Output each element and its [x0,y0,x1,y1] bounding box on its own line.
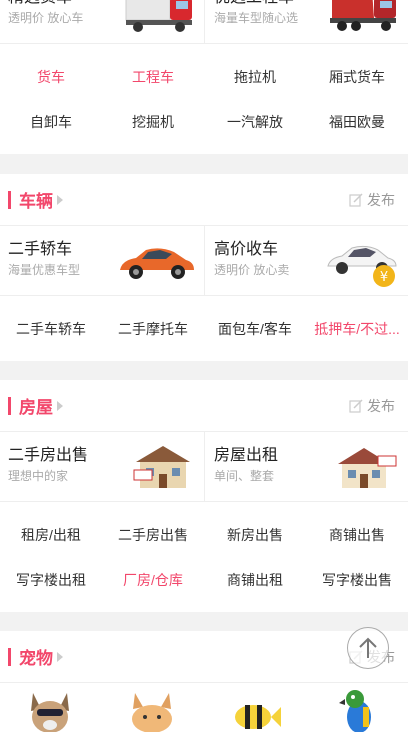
link-shop-rent[interactable]: 商铺出租 [204,557,306,602]
link-new-house[interactable]: 新房出售 [204,512,306,557]
chevron-right-icon [57,194,63,205]
dump-truck-image [330,0,396,31]
parrot-image[interactable] [333,687,383,732]
section-title: 车辆 [19,192,53,211]
link-second-hand-house[interactable]: 二手房出售 [102,512,204,557]
link-rent[interactable]: 租房/出租 [0,512,102,557]
link-office-rent[interactable]: 写字楼出租 [0,557,102,602]
dog-image[interactable] [25,689,75,732]
link-foton-auman[interactable]: 福田欧曼 [306,99,408,144]
vehicles-section: 车辆 发布 二手轿车 海量优惠车型 高价收车 透明价 放心卖 ¥ 二手车轿车 二… [0,174,408,361]
truck-image [125,0,192,32]
post-label: 发布 [367,397,395,414]
section-title: 宠物 [19,649,53,668]
link-faw-jiefang[interactable]: 一汽解放 [204,99,306,144]
section-title-vehicles[interactable]: 车辆 [8,187,63,212]
link-van-bus[interactable]: 面包车/客车 [204,306,306,351]
post-button[interactable]: 发布 [349,190,395,210]
scroll-to-top-button[interactable] [347,627,389,669]
link-used-sedan[interactable]: 二手车轿车 [0,306,102,351]
house-sold-image [133,446,190,488]
link-box-truck[interactable]: 厢式货车 [306,54,408,99]
cat-image[interactable] [125,689,179,732]
link-dump-truck[interactable]: 自卸车 [0,99,102,144]
arrow-up-icon [359,637,377,658]
svg-text:¥: ¥ [380,270,388,285]
post-button[interactable]: 发布 [349,396,395,416]
section-title: 房屋 [19,398,53,417]
link-factory-warehouse[interactable]: 厂房/仓库 [102,557,204,602]
edit-icon [349,398,363,413]
card-house-rent[interactable]: 房屋出租 单间、整套 [204,432,408,501]
edit-icon [349,192,363,207]
card-car-buyback[interactable]: 高价收车 透明价 放心卖 ¥ [204,226,408,295]
link-engineering-truck[interactable]: 工程车 [102,54,204,99]
link-truck[interactable]: 货车 [0,54,102,99]
trucks-section: 精选货车 透明价 放心车 优选工程车 海量车型随心选 货车 工程车 [0,0,408,154]
house-rent-image [338,448,397,488]
accent-bar [8,647,11,666]
accent-bar [8,396,11,415]
accent-bar [8,190,11,209]
card-engineering[interactable]: 优选工程车 海量车型随心选 [204,0,408,43]
section-title-housing[interactable]: 房屋 [8,393,63,418]
card-used-car[interactable]: 二手轿车 海量优惠车型 [0,226,204,295]
section-title-pets[interactable]: 宠物 [8,644,63,669]
link-excavator[interactable]: 挖掘机 [102,99,204,144]
housing-links: 租房/出租 二手房出售 新房出售 商铺出售 写字楼出租 厂房/仓库 商铺出租 写… [0,502,408,612]
chevron-right-icon [57,400,63,411]
link-office-sale[interactable]: 写字楼出售 [306,557,408,602]
chevron-right-icon [57,651,63,662]
link-tractor[interactable]: 拖拉机 [204,54,306,99]
card-house-sale[interactable]: 二手房出售 理想中的家 [0,432,204,501]
housing-section: 房屋 发布 二手房出售 理想中的家 房屋出租 单间、整套 租房/出租 二手房出售… [0,380,408,612]
truck-links: 货车 工程车 拖拉机 厢式货车 自卸车 挖掘机 一汽解放 福田欧曼 [0,44,408,154]
white-car-coin-image: ¥ [327,245,397,287]
pet-images [0,683,408,732]
fish-image[interactable] [229,693,283,732]
orange-car-image [120,248,194,279]
card-trucks[interactable]: 精选货车 透明价 放心车 [0,0,204,43]
vehicle-links: 二手车轿车 二手摩托车 面包车/客车 抵押车/不过... [0,296,408,361]
post-label: 发布 [367,191,395,208]
link-used-motorcycle[interactable]: 二手摩托车 [102,306,204,351]
link-shop-sale[interactable]: 商铺出售 [306,512,408,557]
link-mortgage-car[interactable]: 抵押车/不过... [306,306,408,351]
